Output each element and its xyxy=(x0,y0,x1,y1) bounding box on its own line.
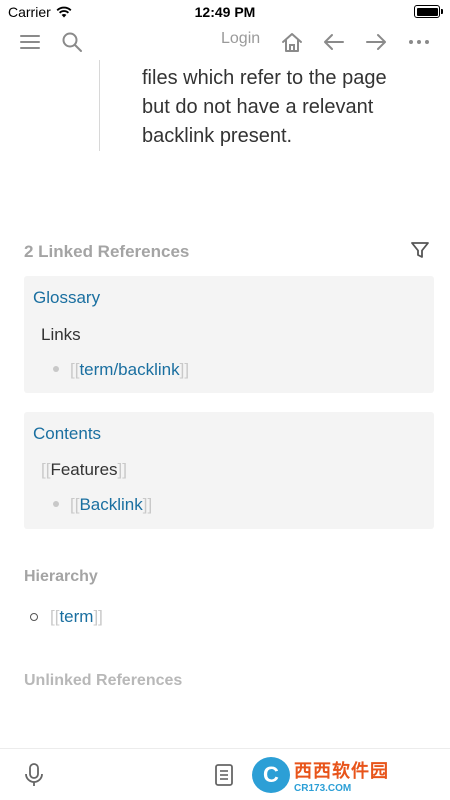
quote-line: backlink present. xyxy=(142,125,293,147)
quote-text: files which refer to the page but do not… xyxy=(142,64,432,151)
status-time: 12:49 PM xyxy=(194,4,256,20)
card-title-glossary[interactable]: Glossary xyxy=(33,288,100,308)
watermark-logo-icon: C xyxy=(252,757,290,793)
block-features: [[Features]] xyxy=(41,460,127,479)
reference-card-contents: Contents [[Features]] [[Backlink]] xyxy=(24,412,434,529)
page-link-backlink[interactable]: Backlink xyxy=(79,495,142,514)
block-backlink: [[Backlink]] xyxy=(70,495,153,514)
bottom-bar: C 西西软件园 CR173.COM xyxy=(0,748,450,800)
top-toolbar: Login xyxy=(0,24,450,60)
card-title-contents[interactable]: Contents xyxy=(33,424,101,444)
quote-line: but do not have a relevant xyxy=(142,96,374,118)
page-link-features[interactable]: Features xyxy=(50,460,117,479)
page-link-term[interactable]: term xyxy=(59,607,93,626)
login-link[interactable]: Login xyxy=(221,30,260,48)
document-icon[interactable] xyxy=(214,763,234,792)
watermark: C 西西软件园 CR173.COM xyxy=(252,755,432,795)
search-icon[interactable] xyxy=(58,28,86,56)
home-icon[interactable] xyxy=(278,28,306,56)
unlinked-references-title[interactable]: Unlinked References xyxy=(24,672,182,690)
menu-icon[interactable] xyxy=(16,28,44,56)
linked-references-title: 2 Linked References xyxy=(24,242,190,261)
quote-line: files which refer to the page xyxy=(142,67,387,89)
bullet-hollow xyxy=(30,613,38,621)
watermark-main: 西西软件园 xyxy=(294,760,389,781)
bullet xyxy=(53,366,59,372)
block-links: Links xyxy=(41,325,81,344)
more-icon[interactable] xyxy=(405,28,433,56)
battery-icon xyxy=(414,5,443,18)
block-term-backlink: [[term/backlink]] xyxy=(70,360,190,379)
watermark-text: 西西软件园 CR173.COM xyxy=(294,757,389,794)
arrow-left-icon[interactable] xyxy=(320,28,348,56)
reference-card-glossary: Glossary Links [[term/backlink]] xyxy=(24,276,434,393)
microphone-icon[interactable] xyxy=(23,762,45,793)
arrow-right-icon[interactable] xyxy=(362,28,390,56)
status-bar: Carrier 12:49 PM xyxy=(0,0,450,24)
filter-icon[interactable] xyxy=(410,240,430,265)
page-content: files which refer to the page but do not… xyxy=(0,60,450,748)
watermark-sub: CR173.COM xyxy=(294,782,352,794)
quote-bar xyxy=(99,60,100,151)
hierarchy-title: Hierarchy xyxy=(24,568,98,585)
hierarchy-item: [[term]] xyxy=(50,607,103,626)
page-link-term-backlink[interactable]: term/backlink xyxy=(79,360,179,379)
bullet xyxy=(53,501,59,507)
